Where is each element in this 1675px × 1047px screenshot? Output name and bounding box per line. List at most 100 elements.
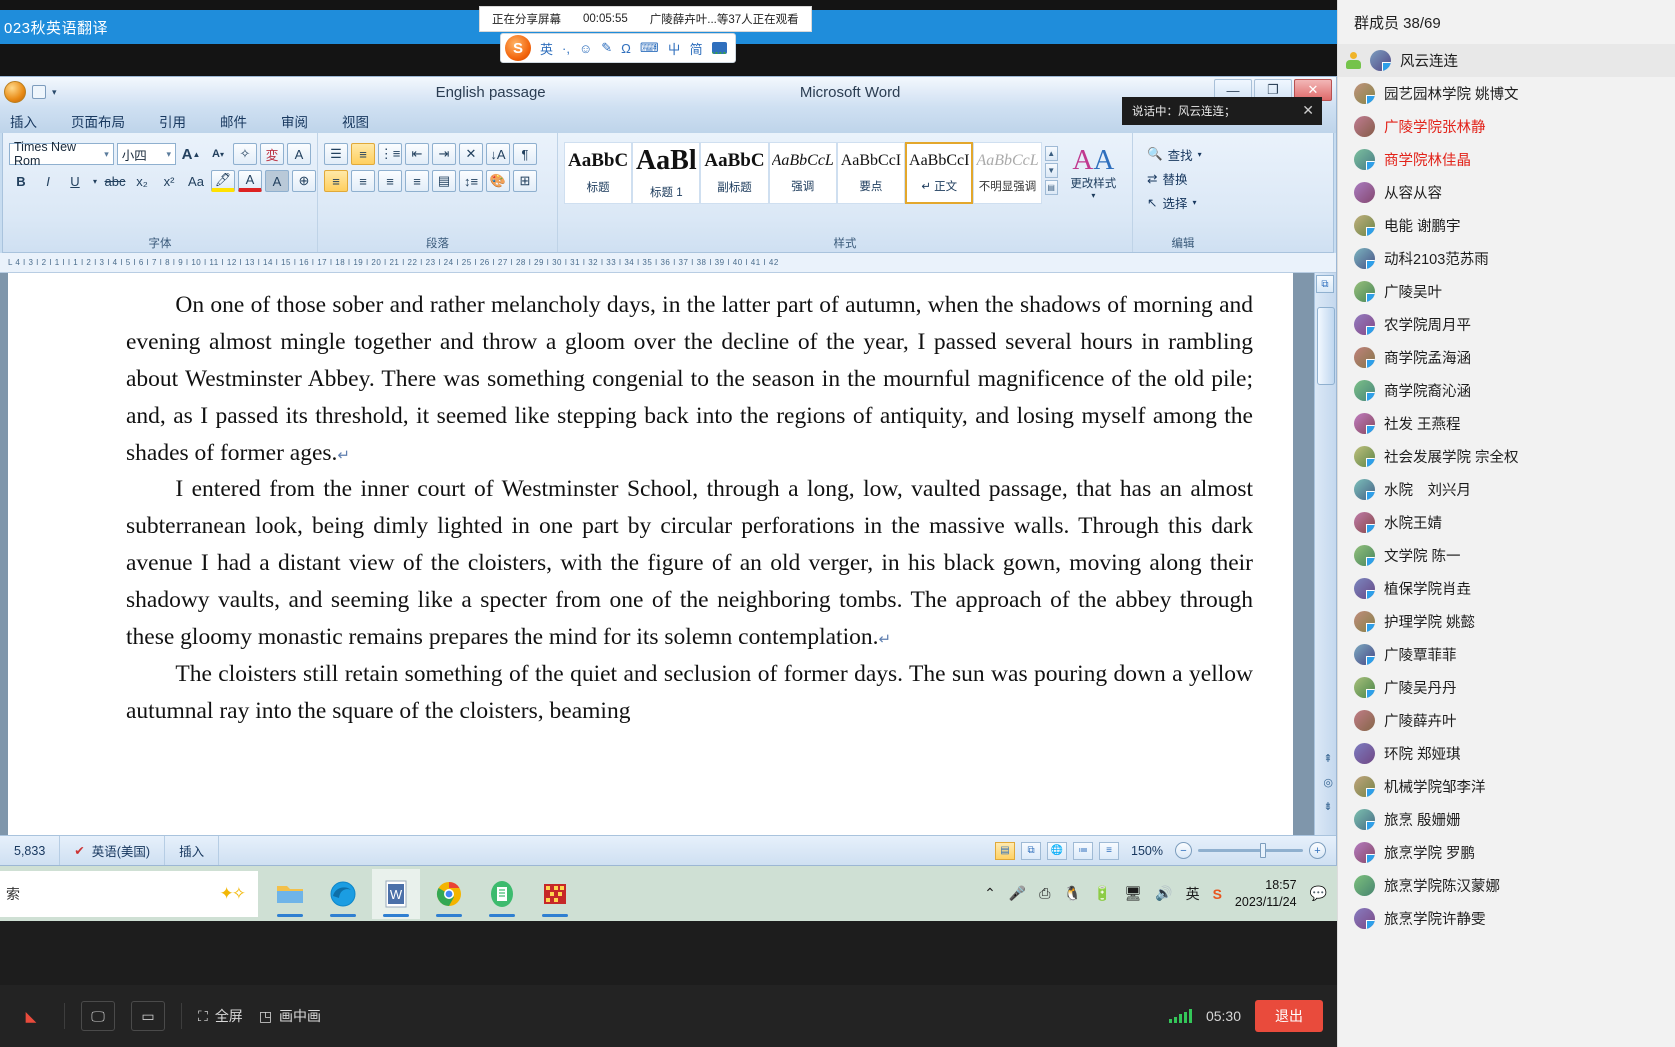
grow-font-button[interactable]: A ▲	[179, 143, 203, 165]
style-item[interactable]: AaBbC 副标题	[700, 142, 769, 204]
distributed-icon[interactable]: ▤	[432, 170, 456, 192]
member-list-item[interactable]: 机械学院邹李洋	[1338, 770, 1675, 803]
quit-meeting-button[interactable]: 退出	[1255, 1000, 1323, 1032]
align-right-icon[interactable]: ≡	[378, 170, 402, 192]
outline-icon[interactable]: ≔	[1073, 841, 1094, 860]
styles-scroll-up-icon[interactable]: ▲	[1044, 146, 1058, 161]
shrink-font-button[interactable]: A ▾	[206, 143, 230, 165]
asian-layout-icon[interactable]: ✕	[459, 143, 483, 165]
show-formatting-marks-icon[interactable]: ¶	[513, 143, 537, 165]
member-list-item[interactable]: 旅烹学院 罗鹏	[1338, 836, 1675, 869]
member-list-item[interactable]: 电能 谢鹏宇	[1338, 209, 1675, 242]
member-list-item[interactable]: 广陵薛卉叶	[1338, 704, 1675, 737]
ime-mode-button[interactable]: 英	[540, 39, 553, 58]
styles-gallery[interactable]: AaBbC 标题 AaBl 标题 1 AaBbC 副标题 AaBbCcL 强调	[564, 137, 1126, 204]
taskbar-search-box[interactable]: 索 ✦✧	[0, 870, 258, 917]
search-input[interactable]: 索	[6, 884, 20, 904]
tab-references[interactable]: 引用	[155, 109, 190, 133]
show-hidden-icons-chevron[interactable]: ⌃	[984, 885, 996, 902]
clear-format-icon[interactable]: ✧	[233, 143, 257, 165]
chevron-down-icon[interactable]: ▾	[1091, 191, 1095, 200]
member-list-item[interactable]: 护理学院 姚懿	[1338, 605, 1675, 638]
underline-dropdown[interactable]: ▾	[90, 170, 100, 192]
style-item[interactable]: AaBbCcL 强调	[768, 142, 837, 204]
draft-icon[interactable]: ≡	[1099, 841, 1120, 860]
member-list-item[interactable]: 农学院周月平	[1338, 308, 1675, 341]
ime-handwriting-icon[interactable]: 屮	[668, 39, 681, 58]
print-layout-icon[interactable]: ▤	[995, 841, 1016, 860]
member-list-item[interactable]: 风云连连	[1338, 44, 1675, 77]
language-status[interactable]: ✔ 英语(美国)	[60, 836, 166, 865]
member-list-item[interactable]: 旅烹学院陈汉蒙娜	[1338, 869, 1675, 902]
taskbar-clock[interactable]: 18:57 2023/11/24	[1235, 877, 1297, 911]
split-window-icon[interactable]: ⧉	[1316, 275, 1334, 293]
wps-doc-icon[interactable]	[478, 869, 526, 919]
ime-punctuation-icon[interactable]: ·,	[562, 41, 570, 56]
strikethrough-button[interactable]: abc	[103, 170, 127, 192]
member-rows[interactable]: 风云连连 园艺园林学院 姚博文 广陵学院张林静 商学院林佳晶 从容从容 电能 谢鹏宇 动科2…	[1338, 44, 1675, 935]
font-family-combo[interactable]: Times New Rom ▾	[9, 140, 114, 168]
tab-mailings[interactable]: 邮件	[216, 109, 251, 133]
zoom-out-button[interactable]: −	[1175, 842, 1192, 859]
ime-emoji-icon[interactable]: ☺	[579, 41, 592, 56]
horizontal-ruler[interactable]: L 4 I 3 I 2 I 1 I I 1 I 2 I 3 I 4 I 5 I …	[0, 253, 1336, 273]
style-item-active[interactable]: AaBbCcI ↵ 正文	[905, 142, 974, 204]
screen-record-icon[interactable]: ⎙	[1039, 885, 1050, 902]
font-color-icon[interactable]: A	[238, 170, 262, 192]
bullet-list-icon[interactable]: ☰	[324, 143, 348, 165]
fullscreen-button[interactable]: ⛶ 全屏	[198, 1006, 243, 1026]
decrease-indent-icon[interactable]: ⇤	[405, 143, 429, 165]
zoom-level[interactable]: 150%	[1125, 844, 1169, 858]
bold-button[interactable]: B	[9, 170, 33, 192]
change-case-button[interactable]: Aa	[184, 170, 208, 192]
sogou-logo-icon[interactable]: S	[505, 35, 531, 61]
qq-penguin-icon[interactable]: 🐧	[1063, 885, 1080, 902]
member-list-item[interactable]: 文学院 陈一	[1338, 539, 1675, 572]
web-layout-icon[interactable]: 🌐	[1047, 841, 1068, 860]
style-item[interactable]: AaBl 标题 1	[632, 142, 701, 204]
microphone-icon[interactable]: 🎤	[1009, 885, 1026, 902]
ime-simplified-icon[interactable]: 简	[690, 39, 703, 58]
chrome-icon[interactable]	[425, 869, 473, 919]
full-screen-reading-icon[interactable]: ⧉	[1021, 841, 1042, 860]
select-browse-object-icon[interactable]: ◎	[1323, 776, 1333, 789]
styles-scroll-buttons[interactable]: ▲ ▼ ▤	[1044, 146, 1058, 195]
network-icon[interactable]: 🖥	[1124, 885, 1142, 902]
style-item[interactable]: AaBbCcL 不明显强调	[973, 142, 1042, 204]
numbered-list-icon[interactable]: ≡	[351, 143, 375, 165]
member-list-item[interactable]: 水院 刘兴月	[1338, 473, 1675, 506]
member-list-item[interactable]: 商学院林佳晶	[1338, 143, 1675, 176]
member-list-item[interactable]: 从容从容	[1338, 176, 1675, 209]
align-left-icon[interactable]: ≡	[324, 170, 348, 192]
member-list-item[interactable]: 广陵学院张林静	[1338, 110, 1675, 143]
word-count[interactable]: 5,833	[0, 836, 61, 865]
browse-object-buttons[interactable]: ⇞ ◎ ⇟	[1323, 752, 1333, 813]
subscript-button[interactable]: x₂	[130, 170, 154, 192]
zoom-in-button[interactable]: +	[1309, 842, 1326, 859]
member-list-item[interactable]: 社发 王燕程	[1338, 407, 1675, 440]
line-spacing-icon[interactable]: ↕≡	[459, 170, 483, 192]
member-list-panel[interactable]: 群成员 38/69 风云连连 园艺园林学院 姚博文 广陵学院张林静 商学院林佳晶 从容从…	[1337, 0, 1675, 1047]
member-list-item[interactable]: 植保学院肖垚	[1338, 572, 1675, 605]
font-size-combo[interactable]: 小四 ▾	[116, 143, 176, 165]
multilevel-list-icon[interactable]: ⋮≡	[378, 143, 402, 165]
previous-page-icon[interactable]: ⇞	[1323, 752, 1333, 765]
word-icon[interactable]: W	[372, 868, 420, 919]
battery-icon[interactable]: 🔋	[1094, 885, 1111, 902]
select-button[interactable]: ↖ 选择 ▾	[1147, 193, 1221, 212]
tab-view[interactable]: 视图	[338, 109, 373, 133]
borders-icon[interactable]: ⊞	[513, 170, 537, 192]
styles-more-icon[interactable]: ▤	[1044, 180, 1058, 195]
ime-keyboard-icon[interactable]: ⌨	[640, 40, 659, 56]
system-tray[interactable]: ⌃ 🎤 ⎙ 🐧 🔋 🖥 🔊 英 S 18:57 2023/11/24 💬	[984, 877, 1337, 911]
sort-icon[interactable]: ↓A	[486, 143, 510, 165]
ime-symbol-icon[interactable]: Ω	[621, 41, 631, 56]
member-list-item[interactable]: 商学院孟海涵	[1338, 341, 1675, 374]
tab-review[interactable]: 审阅	[277, 109, 312, 133]
style-item[interactable]: AaBbC 标题	[564, 142, 633, 204]
align-center-icon[interactable]: ≡	[351, 170, 375, 192]
member-list-item[interactable]: 商学院裔沁涵	[1338, 374, 1675, 407]
document-page[interactable]: On one of those sober and rather melanch…	[8, 273, 1293, 859]
close-icon[interactable]: ✕	[1302, 102, 1314, 119]
enclose-character-icon[interactable]: ⊕	[292, 170, 316, 192]
